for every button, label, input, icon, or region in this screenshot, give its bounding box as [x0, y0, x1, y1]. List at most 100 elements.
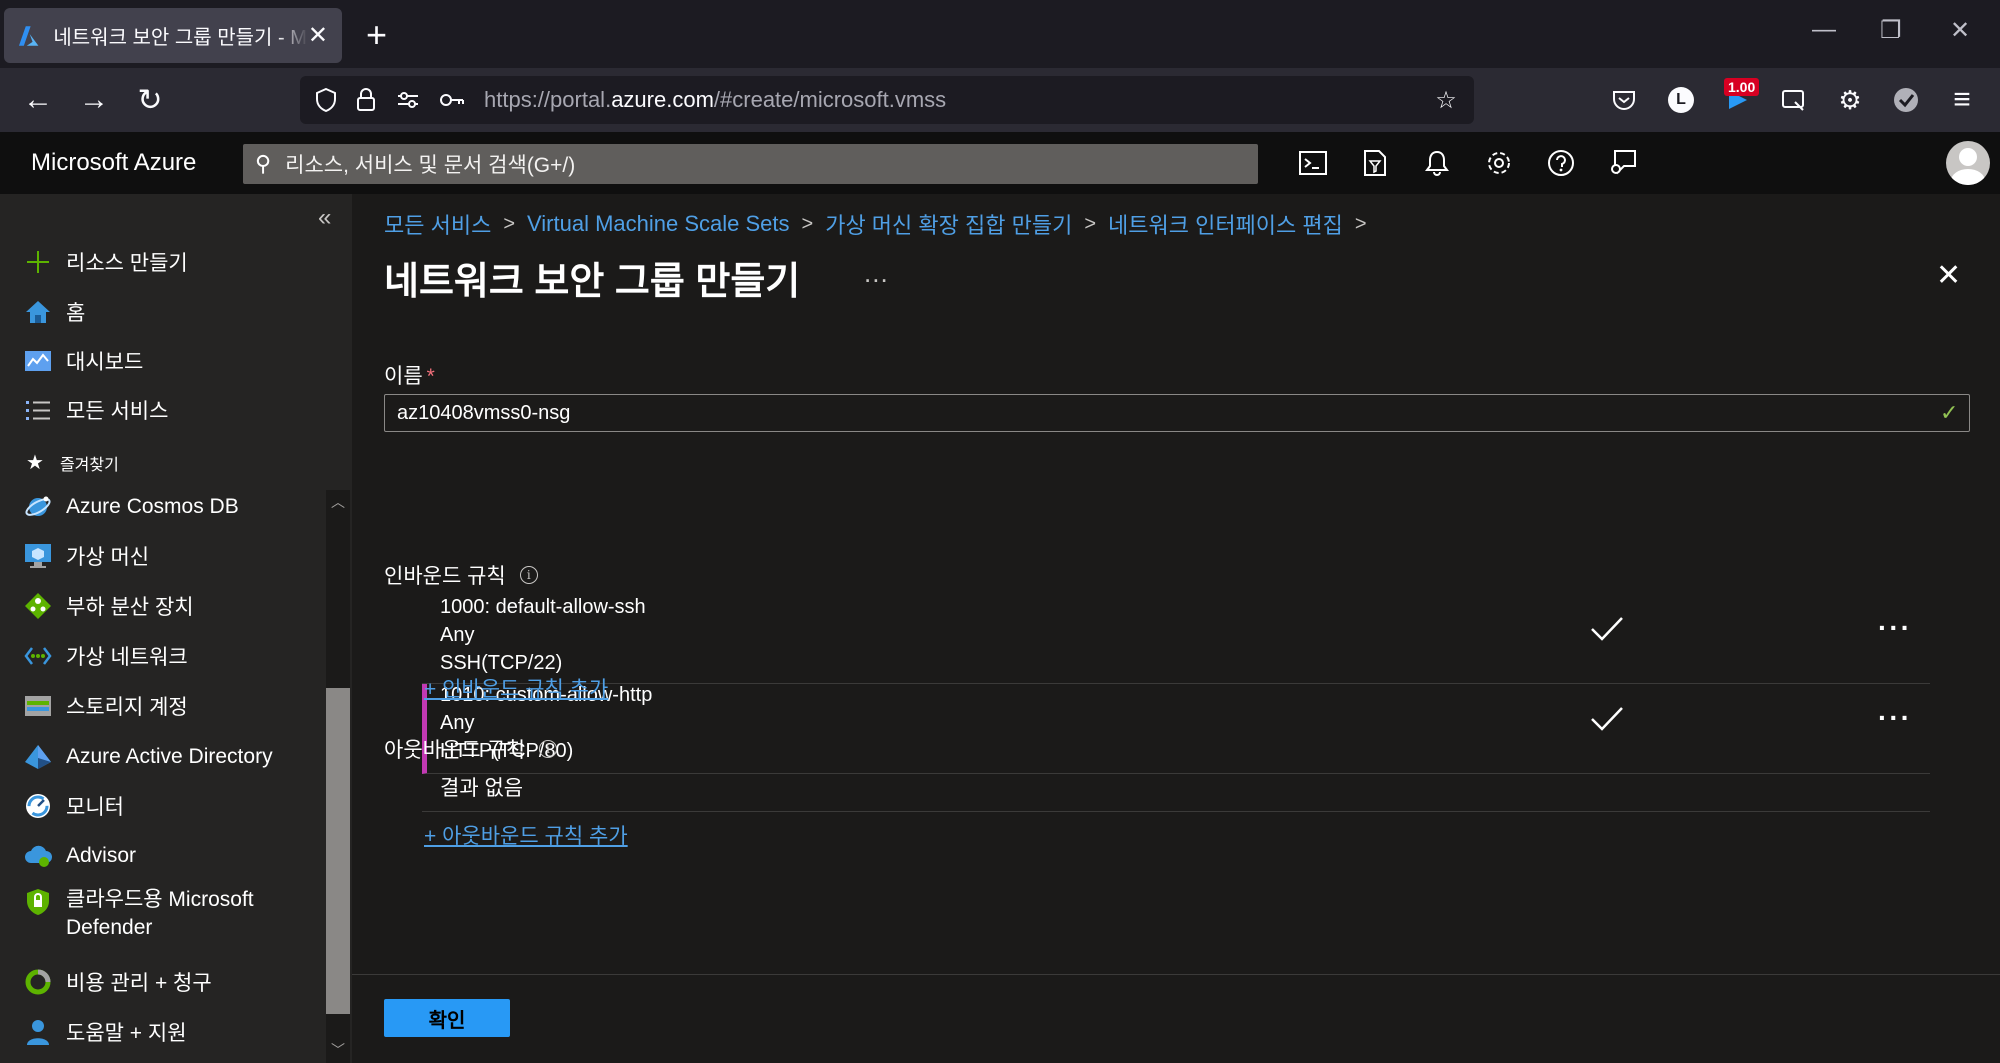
- sidebar-item-help-support[interactable]: 도움말 + 지원: [24, 1012, 187, 1052]
- chevron-right-icon: >: [801, 212, 814, 235]
- url-text[interactable]: https://portal.azure.com/#create/microso…: [484, 87, 946, 113]
- info-icon[interactable]: i: [539, 740, 558, 758]
- window-close-icon[interactable]: ✕: [1950, 16, 1970, 45]
- sidebar-item-label: 대시보드: [66, 351, 144, 374]
- sidebar-item-cost-management[interactable]: 비용 관리 + 청구: [24, 962, 212, 1002]
- forward-icon[interactable]: →: [74, 80, 114, 120]
- add-inbound-rule-link[interactable]: + 인바운드 규칙 추가: [424, 673, 608, 703]
- no-results-text: 결과 없음: [440, 777, 524, 800]
- close-icon[interactable]: ✕: [1936, 258, 1961, 293]
- inbound-rule-row[interactable]: 1000: default-allow-ssh Any SSH(TCP/22) …: [422, 594, 1930, 684]
- reload-icon[interactable]: ↻: [130, 80, 170, 120]
- portal-sidebar: « 리소스 만들기 홈 대시보드 모든 서비스 ★ 즐겨찾기 Azure Cos…: [0, 194, 352, 1063]
- rule-enabled-check-icon: [1591, 707, 1623, 731]
- inbound-rule-row-selected[interactable]: 1010: custom-allow-http Any HTTP(TCP/80)…: [422, 684, 1930, 774]
- close-tab-icon[interactable]: ✕: [308, 21, 328, 50]
- help-icon[interactable]: [1544, 146, 1578, 180]
- minimize-icon[interactable]: —: [1812, 16, 1836, 44]
- key-icon[interactable]: [436, 84, 468, 116]
- sidebar-item-load-balancers[interactable]: 부하 분산 장치: [24, 586, 194, 626]
- help-support-icon: [24, 1018, 52, 1046]
- scroll-down-icon[interactable]: ﹀: [326, 1040, 350, 1060]
- menu-icon[interactable]: ≡: [1942, 80, 1982, 120]
- create-nsg-blade: 모든 서비스 > Virtual Machine Scale Sets > 가상…: [352, 194, 2000, 1063]
- breadcrumb-create-vmss[interactable]: 가상 머신 확장 집합 만들기: [825, 208, 1072, 240]
- back-icon[interactable]: ←: [18, 80, 58, 120]
- rule-more-button[interactable]: ···: [1878, 612, 1912, 644]
- cost-management-icon: [24, 968, 52, 996]
- sidebar-scroll-thumb[interactable]: [326, 688, 350, 1014]
- sidebar-item-monitor[interactable]: 모니터: [24, 786, 124, 826]
- valid-check-icon: ✓: [1940, 400, 1959, 425]
- breadcrumb-edit-nic[interactable]: 네트워크 인터페이스 편집: [1108, 208, 1343, 240]
- name-input[interactable]: [384, 394, 1970, 432]
- rule-source: Any: [440, 712, 475, 734]
- footer-divider: [352, 974, 2000, 975]
- settings-gear-icon[interactable]: [1482, 146, 1516, 180]
- sidebar-item-label: 가상 네트워크: [66, 646, 188, 669]
- load-balancer-icon: [24, 592, 52, 620]
- sidebar-item-label: 가상 머신: [66, 546, 150, 569]
- favorites-label: 즐겨찾기: [59, 456, 119, 474]
- notifications-bell-icon[interactable]: [1420, 146, 1454, 180]
- sidebar-item-label: 비용 관리 + 청구: [66, 972, 212, 995]
- more-options-button[interactable]: ...: [864, 258, 889, 289]
- name-label: 이름 *: [384, 365, 435, 388]
- ok-button[interactable]: 확인: [384, 999, 510, 1037]
- extension-badge: 1.00: [1724, 78, 1760, 96]
- collapse-sidebar-icon[interactable]: «: [318, 204, 331, 232]
- permissions-icon[interactable]: [392, 84, 424, 116]
- scroll-up-icon[interactable]: ︿: [326, 492, 350, 512]
- pocket-icon[interactable]: [1604, 80, 1644, 120]
- user-avatar[interactable]: [1946, 141, 1990, 185]
- sidebar-item-active-directory[interactable]: Azure Active Directory: [24, 737, 273, 777]
- sidebar-item-virtual-networks[interactable]: 가상 네트워크: [24, 636, 188, 676]
- restore-icon[interactable]: ❐: [1880, 16, 1902, 45]
- sidebar-item-label: 홈: [66, 302, 86, 325]
- active-directory-icon: [24, 743, 52, 771]
- browser-tab[interactable]: 네트워크 보안 그룹 만들기 - Microsoft Azure ✕: [4, 8, 342, 63]
- sidebar-item-virtual-machines[interactable]: 가상 머신: [24, 536, 149, 576]
- breadcrumb-vmss[interactable]: Virtual Machine Scale Sets: [527, 211, 790, 237]
- feedback-icon[interactable]: [1606, 146, 1640, 180]
- shield-icon[interactable]: [310, 84, 342, 116]
- lock-icon[interactable]: [350, 84, 382, 116]
- search-placeholder: 리소스, 서비스 및 문서 검색(G+/): [285, 154, 576, 177]
- breadcrumb: 모든 서비스 > Virtual Machine Scale Sets > 가상…: [384, 208, 1379, 240]
- cloud-shell-icon[interactable]: [1296, 146, 1330, 180]
- screenshot-icon[interactable]: [1774, 80, 1814, 120]
- sidebar-item-dashboard[interactable]: 대시보드: [24, 341, 143, 381]
- sidebar-item-home[interactable]: 홈: [24, 292, 85, 332]
- rule-more-button[interactable]: ···: [1878, 702, 1912, 734]
- breadcrumb-all-services[interactable]: 모든 서비스: [384, 208, 491, 240]
- required-mark: *: [426, 365, 435, 388]
- sidebar-item-label: Azure Cosmos DB: [66, 495, 239, 518]
- bookmark-star-icon[interactable]: ☆: [1430, 84, 1462, 116]
- azure-brand[interactable]: Microsoft Azure: [31, 149, 196, 177]
- chevron-right-icon: >: [1084, 212, 1096, 235]
- tab-title: 네트워크 보안 그룹 만들기 - Microsoft Azure: [53, 27, 308, 49]
- sidebar-item-cosmos-db[interactable]: Azure Cosmos DB: [24, 487, 239, 527]
- sidebar-item-defender[interactable]: 클라우드용 Microsoft Defender: [24, 884, 254, 948]
- new-tab-button[interactable]: +: [366, 14, 387, 56]
- rule-enabled-check-icon: [1591, 617, 1623, 641]
- sidebar-item-advisor[interactable]: Advisor: [24, 836, 136, 876]
- browser-tab-bar: 네트워크 보안 그룹 만들기 - Microsoft Azure ✕ + — ❐…: [0, 0, 2000, 68]
- sidebar-item-storage-accounts[interactable]: 스토리지 계정: [24, 686, 188, 726]
- directory-filter-icon[interactable]: [1358, 146, 1392, 180]
- sidebar-item-label: 모든 서비스: [66, 400, 169, 423]
- extension-gear-icon[interactable]: ⚙: [1830, 80, 1870, 120]
- advisor-icon: [24, 842, 52, 870]
- sidebar-item-all-services[interactable]: 모든 서비스: [24, 390, 168, 430]
- account-avatar[interactable]: L: [1668, 87, 1694, 113]
- info-icon[interactable]: i: [519, 566, 538, 584]
- page-title: 네트워크 보안 그룹 만들기: [384, 261, 801, 303]
- cosmos-db-icon: [24, 493, 52, 521]
- url-bar[interactable]: https://portal.azure.com/#create/microso…: [300, 76, 1474, 124]
- sidebar-item-create-resource[interactable]: 리소스 만들기: [24, 242, 188, 282]
- global-search[interactable]: ⚲ 리소스, 서비스 및 문서 검색(G+/): [243, 144, 1258, 184]
- chevron-right-icon: >: [503, 212, 516, 235]
- add-outbound-rule-link[interactable]: + 아웃바운드 규칙 추가: [424, 820, 628, 850]
- extension-check-icon[interactable]: [1886, 80, 1926, 120]
- dashboard-icon: [24, 347, 52, 375]
